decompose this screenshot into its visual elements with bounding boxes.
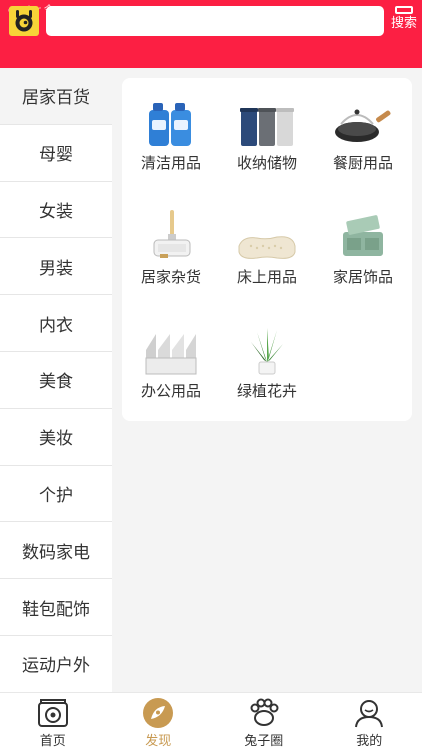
camera-home-icon bbox=[36, 697, 70, 729]
lint-roller-icon bbox=[141, 210, 201, 262]
sidebar-item-underwear[interactable]: 内衣 bbox=[0, 295, 112, 352]
sidebar-item-label: 个护 bbox=[39, 485, 73, 506]
category-label: 餐厨用品 bbox=[332, 154, 393, 172]
sidebar-item-label: 数码家电 bbox=[22, 542, 90, 563]
category-kitchenware[interactable]: 餐厨用品 bbox=[315, 96, 411, 210]
category-household-sundries[interactable]: 居家杂货 bbox=[123, 210, 219, 324]
tab-label: 首页 bbox=[39, 734, 66, 749]
tab-discover[interactable]: 发现 bbox=[106, 693, 212, 750]
category-storage[interactable]: 收纳储物 bbox=[219, 96, 315, 210]
category-office-supplies[interactable]: 办公用品 bbox=[123, 324, 219, 438]
search-input[interactable] bbox=[46, 6, 384, 36]
tab-profile[interactable]: 我的 bbox=[317, 693, 422, 750]
category-plants[interactable]: 绿植花卉 bbox=[219, 324, 315, 438]
trash-bins-icon bbox=[237, 96, 297, 148]
sidebar-item-cosmetics[interactable]: 美妆 bbox=[0, 409, 112, 466]
sidebar-item-label: 男装 bbox=[39, 258, 73, 279]
sidebar-item-food[interactable]: 美食 bbox=[0, 352, 112, 409]
app-logo[interactable] bbox=[9, 6, 39, 36]
rabbit-logo-icon bbox=[15, 10, 33, 32]
category-sidebar: 居家百货 母婴 女装 男装 内衣 美食 美妆 个护 数码家电 鞋包配饰 运动户外 bbox=[0, 68, 112, 693]
subcategory-panel: 清洁用品 收纳储物 餐厨用品 居家杂货 床上用品 家居饰品 办公用品 绿植花卉 bbox=[122, 78, 412, 421]
category-label: 家居饰品 bbox=[332, 268, 393, 286]
storage-box-icon bbox=[333, 210, 393, 262]
bottom-tab-bar: 首页 发现 兔子圈 我的 bbox=[0, 692, 422, 750]
sidebar-item-label: 鞋包配饰 bbox=[22, 599, 90, 620]
category-label: 绿植花卉 bbox=[236, 382, 297, 400]
paw-icon bbox=[247, 697, 281, 729]
category-label: 清洁用品 bbox=[140, 154, 201, 172]
discover-compass-icon bbox=[141, 697, 175, 729]
category-cleaning[interactable]: 清洁用品 bbox=[123, 96, 219, 210]
category-bedding[interactable]: 床上用品 bbox=[219, 210, 315, 324]
sidebar-item-digital-appliances[interactable]: 数码家电 bbox=[0, 522, 112, 580]
search-button[interactable]: 搜索 bbox=[388, 6, 420, 38]
sidebar-item-label: 美妆 bbox=[39, 429, 73, 450]
sidebar-item-shoes-bags[interactable]: 鞋包配饰 bbox=[0, 579, 112, 636]
file-organizer-icon bbox=[141, 324, 201, 376]
pillow-icon bbox=[237, 210, 297, 262]
sidebar-item-personal-care[interactable]: 个护 bbox=[0, 466, 112, 523]
sidebar-item-label: 女装 bbox=[39, 201, 73, 222]
tab-label: 兔子圈 bbox=[244, 734, 284, 749]
category-label: 床上用品 bbox=[236, 268, 297, 286]
sidebar-item-label: 美食 bbox=[39, 372, 73, 393]
top-header: carrier 令 搜索 bbox=[0, 0, 422, 68]
sidebar-item-sports-outdoor[interactable]: 运动户外 bbox=[0, 636, 112, 693]
category-label: 收纳储物 bbox=[236, 154, 297, 172]
sidebar-item-womens-wear[interactable]: 女装 bbox=[0, 182, 112, 239]
category-home-decor[interactable]: 家居饰品 bbox=[315, 210, 411, 324]
tab-label: 我的 bbox=[356, 734, 383, 749]
keyboard-icon bbox=[395, 6, 413, 14]
sidebar-item-home-goods[interactable]: 居家百货 bbox=[0, 68, 112, 125]
sidebar-item-mother-baby[interactable]: 母婴 bbox=[0, 125, 112, 182]
potted-plant-icon bbox=[237, 324, 297, 376]
sidebar-item-label: 内衣 bbox=[39, 315, 73, 336]
sidebar-item-label: 运动户外 bbox=[22, 656, 90, 677]
user-profile-icon bbox=[352, 697, 386, 729]
frying-pan-icon bbox=[333, 96, 393, 148]
tab-rabbit-circle[interactable]: 兔子圈 bbox=[211, 693, 317, 750]
tab-label: 发现 bbox=[145, 734, 172, 749]
sidebar-item-label: 母婴 bbox=[39, 145, 73, 166]
sidebar-item-label: 居家百货 bbox=[22, 88, 90, 109]
search-button-label: 搜索 bbox=[390, 16, 417, 31]
sidebar-item-mens-wear[interactable]: 男装 bbox=[0, 238, 112, 296]
tab-home[interactable]: 首页 bbox=[0, 693, 106, 750]
detergent-bottles-icon bbox=[141, 96, 201, 148]
category-label: 居家杂货 bbox=[140, 268, 201, 286]
category-label: 办公用品 bbox=[140, 382, 201, 400]
